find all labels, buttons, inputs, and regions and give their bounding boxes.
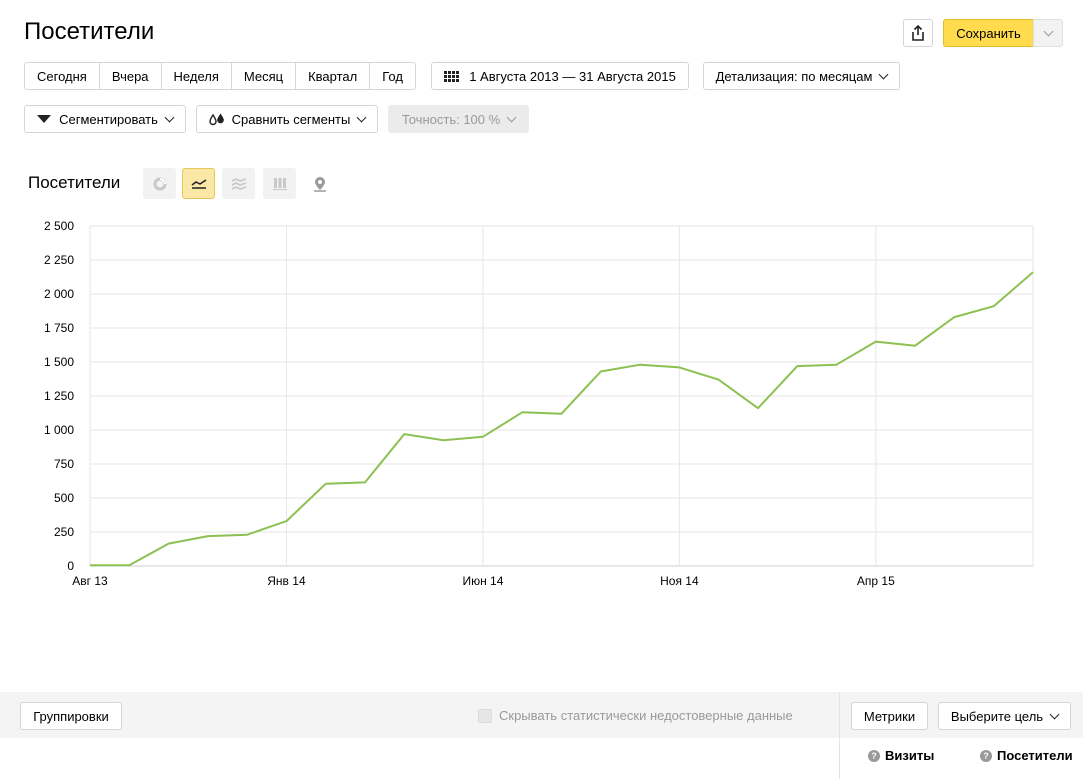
period-quarter[interactable]: Квартал [296, 63, 371, 89]
save-options-button[interactable] [1033, 19, 1063, 47]
chevron-down-icon [164, 112, 175, 122]
share-icon [912, 25, 924, 41]
column-header-visits[interactable]: ? Визиты [868, 748, 934, 763]
detail-label: Детализация: по месяцам [715, 68, 873, 84]
y-tick-label: 1 750 [44, 321, 74, 335]
period-week[interactable]: Неделя [161, 63, 232, 89]
detail-dropdown[interactable]: Детализация: по месяцам [703, 62, 900, 90]
area-chart-button[interactable] [222, 168, 255, 199]
y-tick-label: 1 250 [44, 389, 74, 403]
metrics-button[interactable]: Метрики [851, 702, 928, 730]
column-visits-label: Визиты [885, 748, 935, 763]
hide-unreliable-checkbox[interactable]: Скрывать статистически недостоверные дан… [478, 708, 793, 723]
x-tick-label: Апр 15 [857, 574, 895, 588]
footer-divider [839, 692, 840, 779]
y-tick-label: 2 000 [44, 287, 74, 301]
drops-icon [208, 113, 224, 125]
help-icon[interactable]: ? [980, 749, 992, 762]
y-tick-label: 0 [67, 559, 74, 573]
y-tick-label: 2 250 [44, 253, 74, 267]
chevron-down-icon [1043, 26, 1053, 36]
map-pin-icon [313, 176, 326, 192]
checkbox-box[interactable] [478, 708, 492, 723]
period-yesterday[interactable]: Вчера [99, 63, 162, 89]
export-button[interactable] [903, 19, 933, 47]
pie-chart-button[interactable] [143, 168, 176, 199]
calendar-icon [444, 70, 460, 82]
visitors-line-chart: 0 250 500 750 1 000 1 250 1 500 1 750 2 000 2 250… [44, 219, 1034, 588]
y-tick-label: 750 [54, 457, 74, 471]
y-tick-label: 2 500 [44, 219, 74, 233]
line-chart-button[interactable] [182, 168, 215, 199]
compare-label: Сравнить сегменты [231, 111, 351, 127]
x-tick-label: Янв 14 [267, 574, 306, 588]
bar-chart-button[interactable] [263, 168, 296, 199]
period-month[interactable]: Месяц [231, 63, 297, 89]
chart-title: Посетители [28, 173, 121, 192]
filter-icon [37, 115, 52, 123]
period-today[interactable]: Сегодня [25, 63, 100, 89]
series-line [90, 271, 1034, 567]
x-tick-label: Ноя 14 [660, 574, 699, 588]
period-year[interactable]: Год [370, 63, 415, 89]
chevron-down-icon [878, 69, 889, 79]
period-selector: Сегодня Вчера Неделя Месяц Квартал Год [24, 62, 416, 90]
segment-button[interactable]: Сегментировать [24, 105, 186, 133]
goal-label: Выберите цель [950, 708, 1044, 724]
y-tick-label: 1 000 [44, 423, 74, 437]
line-chart-icon [191, 178, 206, 189]
page-title: Посетители [24, 18, 155, 45]
column-header-visitors[interactable]: ? Посетители [980, 748, 1073, 763]
hide-unreliable-label: Скрывать статистически недостоверные дан… [499, 708, 793, 723]
bar-chart-icon [272, 178, 287, 190]
groupings-button[interactable]: Группировки [20, 702, 122, 730]
chevron-down-icon [1049, 709, 1060, 719]
chevron-down-icon [506, 112, 517, 122]
column-visitors-label: Посетители [997, 748, 1073, 763]
x-tick-label: Авг 13 [72, 574, 108, 588]
y-tick-label: 250 [54, 525, 74, 539]
chevron-down-icon [356, 112, 367, 122]
accuracy-label: Точность: 100 % [401, 111, 501, 127]
save-button[interactable]: Сохранить [943, 19, 1034, 47]
y-tick-label: 1 500 [44, 355, 74, 369]
map-button[interactable] [303, 168, 336, 199]
help-icon[interactable]: ? [868, 749, 880, 762]
date-range-button[interactable]: 1 Августа 2013 — 31 Августа 2015 [431, 62, 689, 90]
x-tick-label: Июн 14 [462, 574, 503, 588]
y-tick-label: 500 [54, 491, 74, 505]
goal-dropdown[interactable]: Выберите цель [938, 702, 1071, 730]
compare-segments-button[interactable]: Сравнить сегменты [196, 105, 378, 133]
area-chart-icon [231, 177, 246, 190]
segment-label: Сегментировать [59, 111, 158, 127]
accuracy-dropdown: Точность: 100 % [388, 105, 529, 133]
pie-chart-icon [153, 177, 166, 190]
date-range-label: 1 Августа 2013 — 31 Августа 2015 [469, 68, 676, 84]
